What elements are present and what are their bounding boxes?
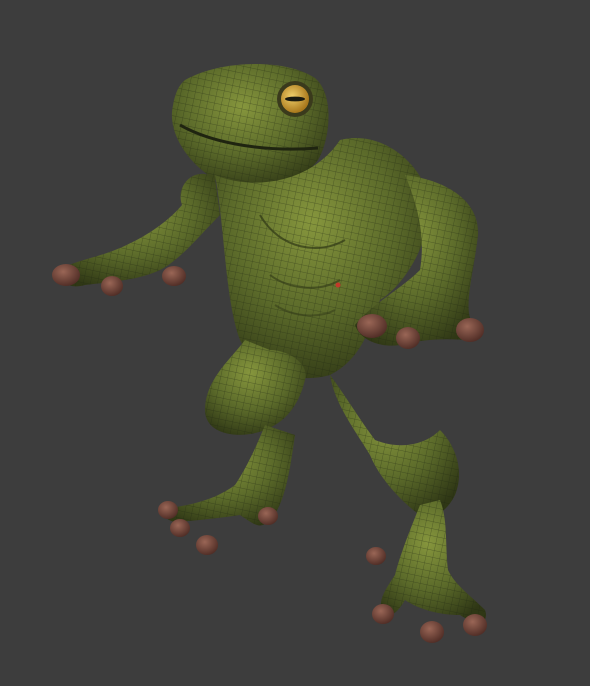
- 3d-viewport[interactable]: [0, 0, 590, 686]
- red-marker-dot: [335, 282, 341, 288]
- frog-model-render: [52, 63, 487, 643]
- frog-left-leg: [158, 340, 306, 555]
- frog-right-leg: [330, 375, 487, 643]
- frog-eye: [277, 81, 313, 117]
- frog-head: [171, 63, 329, 188]
- frog-left-arm: [52, 173, 221, 296]
